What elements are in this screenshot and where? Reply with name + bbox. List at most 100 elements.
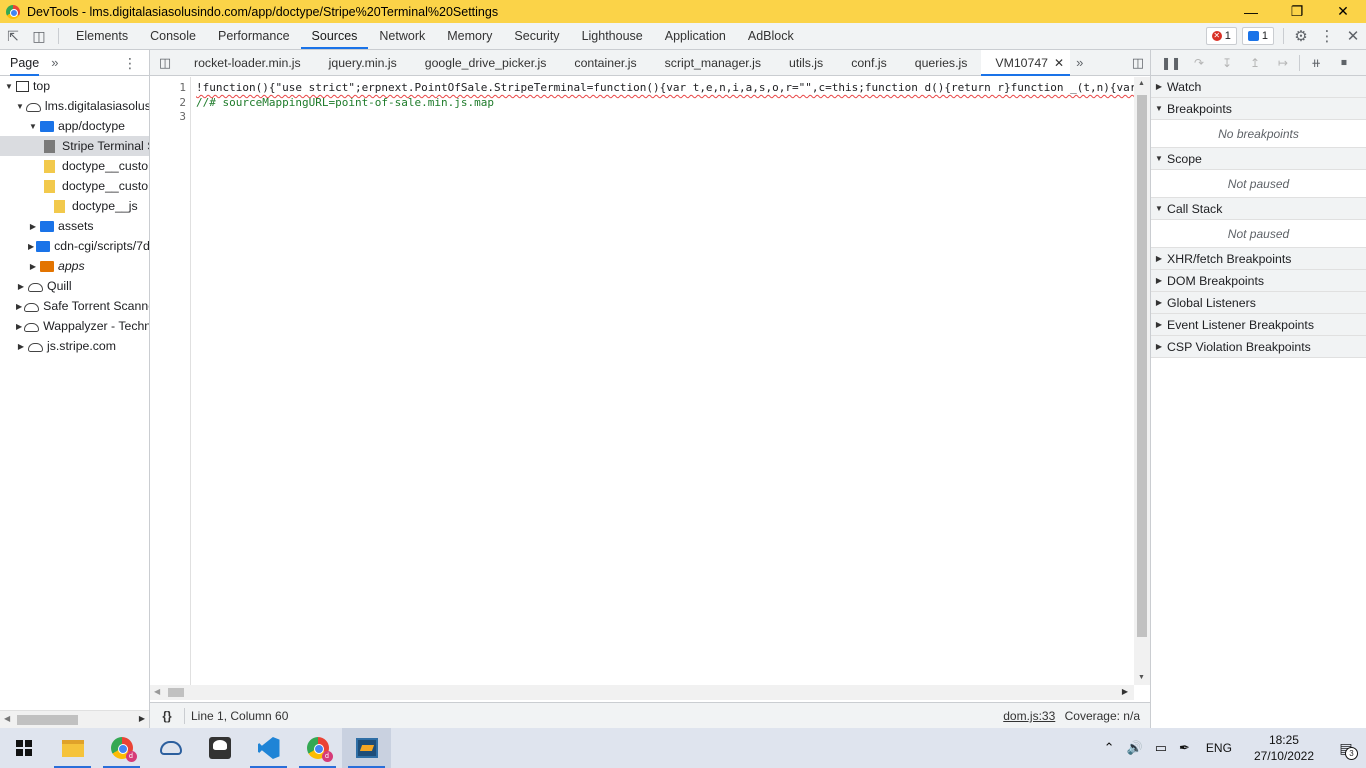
file-tab[interactable]: script_manager.js xyxy=(651,50,775,76)
notification-center[interactable]: ▤ 3 xyxy=(1326,728,1366,768)
scroll-right-arrow-icon[interactable]: ▶ xyxy=(139,714,145,723)
taskbar-file-explorer[interactable] xyxy=(48,728,97,768)
line-number[interactable]: 1 xyxy=(150,81,186,96)
line-number[interactable]: 2 xyxy=(150,96,186,111)
tab-network[interactable]: Network xyxy=(368,23,436,49)
file-tab[interactable]: rocket-loader.min.js xyxy=(180,50,315,76)
collapsed-triangle-icon[interactable]: ▶ xyxy=(16,342,26,351)
tree-item[interactable]: ▼ app/doctype xyxy=(0,116,149,136)
pause-icon[interactable]: ❚❚ xyxy=(1157,56,1185,70)
pretty-print-button[interactable]: {} xyxy=(150,709,184,723)
taskbar-chrome[interactable]: d xyxy=(97,728,146,768)
collapsed-triangle-icon[interactable]: ▶ xyxy=(28,242,34,251)
step-icon[interactable]: ↦ xyxy=(1269,56,1297,70)
tab-console[interactable]: Console xyxy=(139,23,207,49)
tree-item[interactable]: ▼ lms.digitalasiasolusindo.com xyxy=(0,96,149,116)
toggle-debugger-icon[interactable]: ◫ xyxy=(1132,55,1144,71)
editor-horizontal-scrollbar[interactable]: ◀ ▶ xyxy=(150,685,1134,700)
code-lines[interactable]: !function(){"use strict";erpnext.PointOf… xyxy=(196,81,1134,125)
collapsed-triangle-icon[interactable]: ▶ xyxy=(28,222,38,231)
line-number[interactable]: 3 xyxy=(150,110,186,125)
tab-performance[interactable]: Performance xyxy=(207,23,301,49)
scrollbar-thumb[interactable] xyxy=(168,688,184,697)
close-window-icon[interactable]: ✕ xyxy=(1320,0,1366,23)
tab-memory[interactable]: Memory xyxy=(436,23,503,49)
navigator-horizontal-scrollbar[interactable]: ◀ ▶ xyxy=(0,710,149,728)
tree-item[interactable]: ▶ apps xyxy=(0,256,149,276)
scroll-up-arrow-icon[interactable]: ▲ xyxy=(1138,80,1145,87)
pane-header[interactable]: ▶ XHR/fetch Breakpoints xyxy=(1151,248,1366,270)
customize-menu-icon[interactable]: ⋮ xyxy=(1314,23,1340,49)
message-counter[interactable]: 1 xyxy=(1241,27,1274,45)
taskbar-devtools[interactable] xyxy=(342,728,391,768)
file-tab[interactable]: conf.js xyxy=(837,50,901,76)
tree-item[interactable]: Stripe Terminal Settings xyxy=(0,136,149,156)
expanded-triangle-icon[interactable]: ▼ xyxy=(16,102,24,111)
pen-icon[interactable]: ✒ xyxy=(1173,740,1196,756)
editor-vertical-scrollbar[interactable]: ▲ ▼ xyxy=(1134,77,1150,685)
pane-header[interactable]: ▼ Breakpoints xyxy=(1151,98,1366,120)
pause-on-exceptions-icon[interactable]: ⏹ xyxy=(1330,55,1358,70)
scrollbar-thumb[interactable] xyxy=(1137,95,1147,637)
tab-adblock[interactable]: AdBlock xyxy=(737,23,805,49)
navigator-menu-icon[interactable]: ⋮ xyxy=(123,55,137,72)
navigator-tab-page[interactable]: Page xyxy=(10,50,40,76)
code-line-1[interactable]: !function(){"use strict";erpnext.PointOf… xyxy=(196,81,1134,96)
file-tab[interactable]: container.js xyxy=(560,50,650,76)
tab-elements[interactable]: Elements xyxy=(65,23,139,49)
tab-security[interactable]: Security xyxy=(503,23,570,49)
collapsed-triangle-icon[interactable]: ▶ xyxy=(16,282,26,291)
file-tab[interactable]: VM10747 ✕ xyxy=(981,49,1071,76)
pane-header[interactable]: ▶ Watch xyxy=(1151,76,1366,98)
tree-item[interactable]: ▼ top xyxy=(0,76,149,96)
file-tab[interactable]: queries.js xyxy=(901,50,982,76)
scrollbar-thumb[interactable] xyxy=(17,715,78,725)
step-into-icon[interactable]: ↧ xyxy=(1213,56,1241,70)
language-indicator[interactable]: ENG xyxy=(1196,741,1242,755)
tab-sources[interactable]: Sources xyxy=(300,23,369,49)
taskbar-inkscape[interactable] xyxy=(195,728,244,768)
code-line-3[interactable] xyxy=(196,110,1134,125)
minimize-icon[interactable]: — xyxy=(1228,0,1274,23)
more-tabs-icon[interactable]: » xyxy=(51,55,58,70)
scroll-right-arrow-icon[interactable]: ▶ xyxy=(1122,687,1128,696)
error-counter[interactable]: ✕ 1 xyxy=(1205,27,1237,45)
tree-item[interactable]: ▶ Safe Torrent Scanner xyxy=(0,296,149,316)
tree-item[interactable]: doctype__custom_js xyxy=(0,156,149,176)
source-link[interactable]: dom.js:33 xyxy=(1003,709,1055,723)
settings-gear-icon[interactable]: ⚙ xyxy=(1288,23,1314,49)
pane-header[interactable]: ▶ Global Listeners xyxy=(1151,292,1366,314)
expanded-triangle-icon[interactable]: ▼ xyxy=(28,122,38,131)
close-devtools-icon[interactable]: ✕ xyxy=(1340,23,1366,49)
device-toolbar-icon[interactable]: ◫ xyxy=(26,23,52,49)
restore-icon[interactable]: ❐ xyxy=(1274,0,1320,23)
taskbar-chrome-2[interactable]: d xyxy=(293,728,342,768)
collapsed-triangle-icon[interactable]: ▶ xyxy=(16,322,22,331)
taskbar-vscode[interactable] xyxy=(244,728,293,768)
file-tab[interactable]: utils.js xyxy=(775,50,837,76)
toggle-navigator-icon[interactable]: ◫ xyxy=(150,55,180,71)
pane-header[interactable]: ▼ Call Stack xyxy=(1151,198,1366,220)
volume-icon[interactable]: 🔊 xyxy=(1121,740,1149,756)
tree-item[interactable]: ▶ js.stripe.com xyxy=(0,336,149,356)
collapsed-triangle-icon[interactable]: ▶ xyxy=(16,302,22,311)
taskbar-cloud-sync[interactable] xyxy=(146,728,195,768)
tab-application[interactable]: Application xyxy=(654,23,737,49)
code-view[interactable]: 123 !function(){"use strict";erpnext.Poi… xyxy=(150,77,1150,685)
taskbar-clock[interactable]: 18:25 27/10/2022 xyxy=(1242,732,1326,764)
show-hidden-icons-icon[interactable]: ⌃ xyxy=(1098,740,1121,756)
pane-header[interactable]: ▶ CSP Violation Breakpoints xyxy=(1151,336,1366,358)
tree-item[interactable]: ▶ Wappalyzer - Technology profiler xyxy=(0,316,149,336)
tree-item[interactable]: ▶ Quill xyxy=(0,276,149,296)
battery-icon[interactable]: ▭ xyxy=(1149,740,1173,756)
close-tab-icon[interactable]: ✕ xyxy=(1054,56,1064,70)
file-tab[interactable]: google_drive_picker.js xyxy=(411,50,561,76)
tree-item[interactable]: doctype__js xyxy=(0,196,149,216)
tree-item[interactable]: doctype__custom_js xyxy=(0,176,149,196)
more-file-tabs-icon[interactable]: » xyxy=(1070,55,1089,70)
tab-lighthouse[interactable]: Lighthouse xyxy=(571,23,654,49)
scroll-left-arrow-icon[interactable]: ◀ xyxy=(4,714,10,723)
deactivate-breakpoints-icon[interactable]: ⧺ xyxy=(1302,56,1330,70)
expanded-triangle-icon[interactable]: ▼ xyxy=(4,82,14,91)
pane-header[interactable]: ▶ Event Listener Breakpoints xyxy=(1151,314,1366,336)
